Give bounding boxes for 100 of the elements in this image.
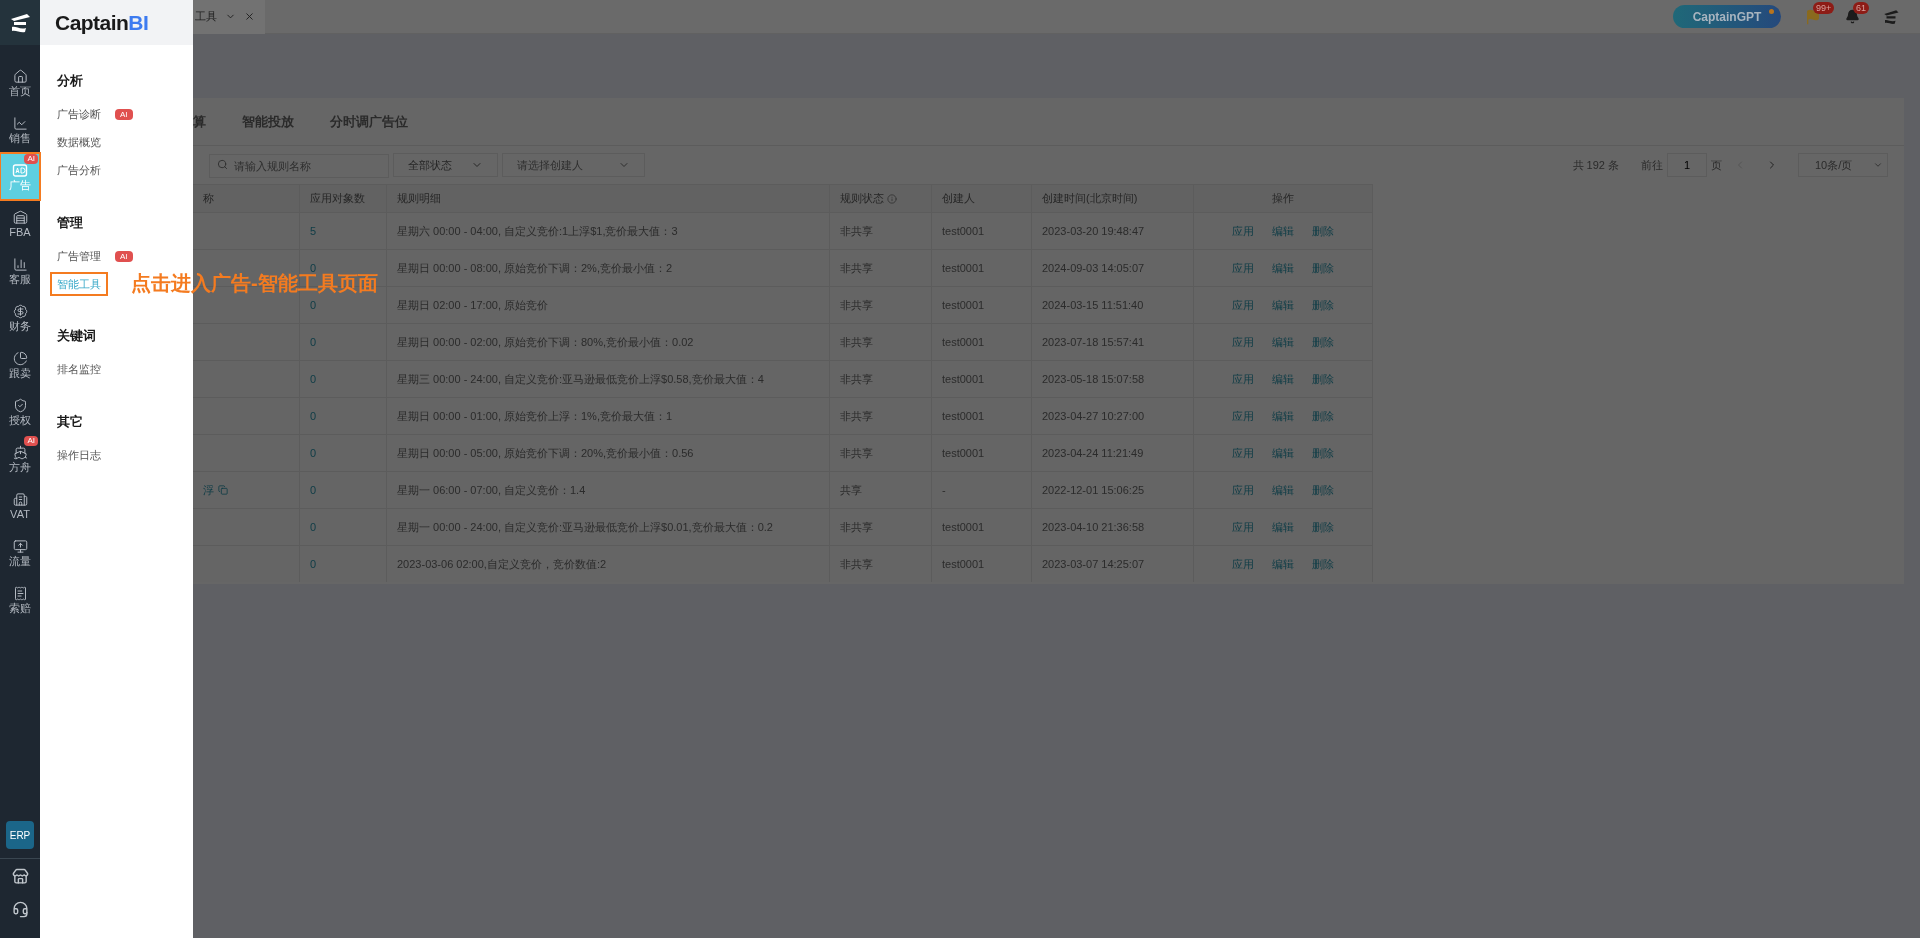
section-tab[interactable]: 分时调广告位	[330, 111, 408, 132]
nav-icon	[12, 209, 28, 225]
store-icon[interactable]	[11, 868, 29, 885]
action-link[interactable]: 应用	[1232, 333, 1254, 351]
page-size-select[interactable]: 10条/页	[1798, 153, 1888, 177]
action-link[interactable]: 应用	[1232, 555, 1254, 573]
nav-label: 客服	[9, 273, 31, 285]
action-link[interactable]: 编辑	[1272, 259, 1294, 277]
copy-icon[interactable]	[218, 485, 228, 495]
table-cell-text: 2023-07-18 15:57:41	[1042, 334, 1145, 350]
nav-label: 广告	[9, 180, 31, 191]
table-cell[interactable]: 0	[310, 407, 317, 425]
close-icon[interactable]	[244, 11, 255, 22]
action-link[interactable]: 应用	[1232, 407, 1254, 425]
nav-item[interactable]: 授权	[0, 388, 40, 435]
gpt-button[interactable]: CaptainGPT	[1673, 5, 1781, 28]
nav-item[interactable]: 跟卖	[0, 341, 40, 388]
page-input[interactable]: 1	[1667, 153, 1707, 177]
nav-icon	[12, 256, 28, 272]
nav-item[interactable]: 首页	[0, 59, 40, 106]
section-title: 其它	[57, 412, 83, 431]
action-link[interactable]: 删除	[1312, 333, 1334, 351]
nav-item[interactable]: 索赔	[0, 576, 40, 623]
action-link[interactable]: 编辑	[1272, 444, 1294, 462]
page-label: 页	[1711, 157, 1722, 173]
nav-item[interactable]: VAT	[0, 482, 40, 529]
nav-icon	[12, 444, 28, 460]
column-header: 称	[203, 191, 214, 207]
nav-label: 授权	[9, 414, 31, 426]
erp-button[interactable]: ERP	[6, 821, 34, 849]
table-cell[interactable]: 0	[310, 444, 317, 462]
menu-item[interactable]: 广告分析	[57, 162, 101, 179]
table-cell[interactable]: 0	[310, 555, 317, 573]
nav-item[interactable]: 流量	[0, 529, 40, 576]
table-cell[interactable]: 0	[310, 481, 317, 499]
menu-item[interactable]: 排名监控	[57, 361, 101, 378]
action-link[interactable]: 应用	[1232, 222, 1254, 240]
action-link[interactable]: 编辑	[1272, 222, 1294, 240]
ai-badge: AI	[115, 250, 133, 262]
nav-icon	[12, 303, 28, 319]
table-cell-text: 2023-05-18 15:07:58	[1042, 371, 1145, 387]
table-cell-text: 2022-12-01 15:06:25	[1042, 482, 1145, 498]
menu-item[interactable]: 操作日志	[57, 446, 101, 464]
action-link[interactable]: 编辑	[1272, 518, 1294, 536]
nav-item[interactable]: 销售	[0, 106, 40, 153]
action-link[interactable]: 编辑	[1272, 333, 1294, 351]
nav-item[interactable]: FBA	[0, 200, 40, 247]
action-link[interactable]: 删除	[1312, 555, 1334, 573]
status-select[interactable]: 全部状态	[393, 153, 498, 177]
bell-icon[interactable]	[1845, 9, 1860, 24]
action-link[interactable]: 应用	[1232, 370, 1254, 388]
section-tab[interactable]: 智能投放	[242, 111, 294, 132]
section-title: 管理	[57, 213, 83, 232]
table-cell-text: test0001	[942, 297, 985, 313]
table-cell[interactable]: 0	[310, 333, 317, 351]
table-cell[interactable]: 5	[310, 222, 317, 240]
action-link[interactable]: 编辑	[1272, 555, 1294, 573]
action-link[interactable]: 编辑	[1272, 296, 1294, 314]
table-cell[interactable]: 0	[310, 518, 317, 536]
action-link[interactable]: 应用	[1232, 259, 1254, 277]
action-link[interactable]: 应用	[1232, 518, 1254, 536]
nav-label: 方舟	[9, 461, 31, 473]
menu-item[interactable]: 广告管理	[57, 247, 101, 265]
nav-icon	[12, 538, 28, 554]
info-icon	[887, 193, 897, 204]
ai-badge: AI	[24, 436, 38, 446]
table-cell[interactable]: 0	[310, 370, 317, 388]
nav-item[interactable]: AI 广告	[0, 153, 40, 200]
action-link[interactable]: 删除	[1312, 370, 1334, 388]
action-link[interactable]: 删除	[1312, 481, 1334, 499]
table-cell-text: 2023-03-07 14:25:07	[1042, 556, 1145, 572]
action-link[interactable]: 删除	[1312, 296, 1334, 314]
search-icon	[217, 159, 228, 170]
nav-label: 流量	[9, 555, 31, 567]
table-cell-text: test0001	[942, 445, 985, 461]
action-link[interactable]: 编辑	[1272, 407, 1294, 425]
section-title: 分析	[57, 72, 83, 90]
action-link[interactable]: 编辑	[1272, 370, 1294, 388]
action-link[interactable]: 删除	[1312, 518, 1334, 536]
action-link[interactable]: 删除	[1312, 259, 1334, 277]
table-cell-text: 2024-09-03 14:05:07	[1042, 260, 1145, 276]
nav-item[interactable]: AI 方舟	[0, 435, 40, 482]
table-cell[interactable]: 0	[310, 296, 317, 314]
menu-item[interactable]: 广告诊断	[57, 106, 101, 123]
table-cell-text: test0001	[942, 408, 985, 424]
page-tab[interactable]: 工具	[193, 0, 265, 34]
action-link[interactable]: 应用	[1232, 296, 1254, 314]
section-tab[interactable]: 算	[193, 111, 206, 132]
headset-icon[interactable]	[11, 901, 29, 918]
nav-icon	[12, 491, 28, 507]
action-link[interactable]: 编辑	[1272, 481, 1294, 499]
menu-item[interactable]: 数据概览	[57, 134, 101, 151]
action-link[interactable]: 删除	[1312, 444, 1334, 462]
nav-item[interactable]: 客服	[0, 247, 40, 294]
menu-item[interactable]: 智能工具	[50, 271, 108, 297]
action-link[interactable]: 删除	[1312, 222, 1334, 240]
action-link[interactable]: 应用	[1232, 481, 1254, 499]
nav-item[interactable]: 财务	[0, 294, 40, 341]
action-link[interactable]: 应用	[1232, 444, 1254, 462]
action-link[interactable]: 删除	[1312, 407, 1334, 425]
